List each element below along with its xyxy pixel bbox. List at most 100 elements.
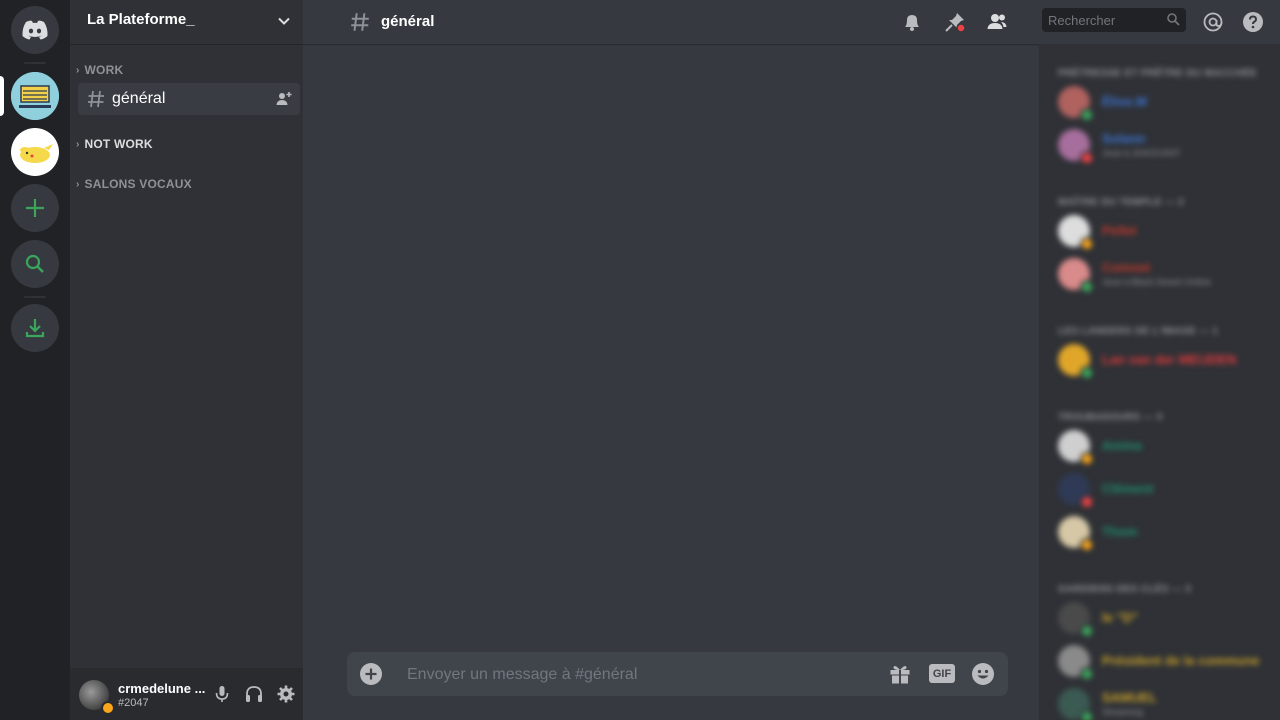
member-list: PRÉTRESSE ET PRÊTRE DU MACCHÉE Élise.M Sol…: [1039, 44, 1280, 720]
status-indicator: [1080, 710, 1094, 720]
gif-label: GIF: [932, 667, 952, 680]
member-item[interactable]: Président de la commune: [1058, 645, 1278, 681]
server-rail: [0, 0, 70, 720]
member-item[interactable]: Clément: [1058, 473, 1278, 509]
category-label: SALONS VOCAUX: [84, 177, 192, 191]
status-indicator: [1080, 151, 1094, 165]
plus-icon: [26, 199, 44, 217]
hash-icon: [351, 13, 369, 31]
members-icon[interactable]: [986, 11, 1008, 33]
add-attachment-icon[interactable]: [359, 662, 383, 686]
chevron-right-icon: ›: [76, 64, 80, 76]
member-activity: Streaming: [1102, 707, 1144, 717]
pin-icon[interactable]: [944, 11, 966, 33]
member-name: Thom: [1102, 524, 1138, 539]
status-indicator: [1080, 495, 1094, 509]
user-panel: crmedelune ... #2047: [70, 668, 303, 720]
member-item[interactable]: SAMUEL Streaming: [1058, 688, 1278, 720]
status-indicator: [1080, 452, 1094, 466]
status-indicator: [101, 701, 115, 715]
rail-separator: [24, 296, 46, 298]
member-name: Pellet: [1102, 223, 1137, 238]
role-header: MAÎTRE DU TEMPLE — 2: [1058, 197, 1185, 208]
pikachu-icon: [20, 144, 53, 163]
member-name: Solann: [1102, 131, 1146, 146]
member-item[interactable]: le "D": [1058, 602, 1278, 638]
username[interactable]: crmedelune ...: [118, 681, 205, 696]
message-composer: GIF: [347, 652, 1008, 698]
role-header: PRÉTRESSE ET PRÊTRE DU MACCHÉE: [1058, 68, 1258, 79]
selected-server-indicator: [0, 76, 4, 116]
gif-button[interactable]: GIF: [929, 664, 955, 683]
chevron-right-icon: ›: [76, 178, 80, 190]
status-indicator: [1080, 538, 1094, 552]
status-indicator: [1080, 667, 1094, 681]
status-indicator: [1080, 280, 1094, 294]
message-input[interactable]: [405, 652, 869, 698]
channel-header: général: [303, 0, 1280, 44]
member-item[interactable]: Amina: [1058, 430, 1278, 466]
member-item[interactable]: Pellet: [1058, 215, 1278, 251]
server-header[interactable]: La Plateforme_: [70, 0, 303, 44]
role-header: TROUBADOURS — 3: [1058, 412, 1163, 423]
member-item[interactable]: Élise.M: [1058, 86, 1278, 122]
download-icon: [25, 319, 45, 338]
bell-icon[interactable]: [901, 11, 923, 33]
role-header: GARDIENS DES CLÉS — 3: [1058, 584, 1191, 595]
user-tag: #2047: [118, 697, 149, 709]
help-icon[interactable]: [1242, 11, 1264, 33]
member-name: Clément: [1102, 481, 1154, 496]
member-item[interactable]: Lan van der MEIJDEN: [1058, 344, 1278, 380]
hash-icon: [88, 90, 104, 108]
download-apps-button[interactable]: [11, 304, 59, 352]
channel-label: général: [112, 90, 166, 107]
member-name: Président de la commune: [1102, 653, 1260, 668]
status-indicator: [1080, 237, 1094, 251]
gear-icon[interactable]: [276, 684, 296, 704]
channel-item-general[interactable]: général: [78, 83, 300, 115]
status-indicator: [1080, 624, 1094, 638]
mention-icon[interactable]: [1202, 11, 1224, 33]
member-activity: Joue à JOAOCANT: [1102, 148, 1181, 158]
member-item[interactable]: Coinnet Joue à Black Desert Online: [1058, 258, 1278, 294]
chevron-down-icon: [278, 17, 290, 25]
search-box[interactable]: [1042, 8, 1186, 32]
server-icon-second[interactable]: [11, 128, 59, 176]
member-name: Élise.M: [1102, 94, 1147, 109]
category-label: WORK: [84, 63, 124, 77]
gift-icon[interactable]: [888, 662, 912, 686]
channel-sidebar: La Plateforme_ › WORK général › NOT WORK…: [70, 0, 303, 720]
channel-title: général: [381, 13, 435, 30]
discord-logo-icon: [22, 20, 48, 40]
status-indicator: [1080, 366, 1094, 380]
member-name: Coinnet: [1102, 260, 1151, 275]
server-icon-la-plateforme[interactable]: [11, 72, 59, 120]
search-icon: [1167, 13, 1180, 26]
headphones-icon[interactable]: [244, 684, 264, 704]
home-button[interactable]: [11, 6, 59, 54]
server-name: La Plateforme_: [87, 11, 195, 28]
microphone-icon[interactable]: [212, 684, 232, 704]
search-input[interactable]: [1042, 8, 1166, 32]
role-header: LES LANDERS DE L'IMAGE — 1: [1058, 326, 1219, 337]
category-work[interactable]: › WORK: [76, 63, 123, 77]
category-label: NOT WORK: [84, 137, 153, 151]
category-salons-vocaux[interactable]: › SALONS VOCAUX: [76, 177, 192, 191]
member-name: le "D": [1102, 610, 1139, 625]
member-name: Amina: [1102, 438, 1142, 453]
add-server-button[interactable]: [11, 184, 59, 232]
member-activity: Joue à Black Desert Online: [1102, 277, 1212, 287]
search-icon: [25, 254, 44, 273]
member-item[interactable]: Thom: [1058, 516, 1278, 552]
member-list-content: PRÉTRESSE ET PRÊTRE DU MACCHÉE Élise.M Sol…: [1039, 44, 1280, 720]
member-name: SAMUEL: [1102, 690, 1157, 705]
server-logo-icon: [11, 72, 59, 120]
status-indicator: [1080, 108, 1094, 122]
emoji-icon[interactable]: [971, 662, 995, 686]
explore-servers-button[interactable]: [11, 240, 59, 288]
member-item[interactable]: Solann Joue à JOAOCANT: [1058, 129, 1278, 165]
rail-separator: [24, 62, 46, 64]
category-not-work[interactable]: › NOT WORK: [76, 137, 153, 151]
member-name: Lan van der MEIJDEN: [1102, 352, 1237, 367]
add-member-icon[interactable]: [276, 91, 292, 107]
